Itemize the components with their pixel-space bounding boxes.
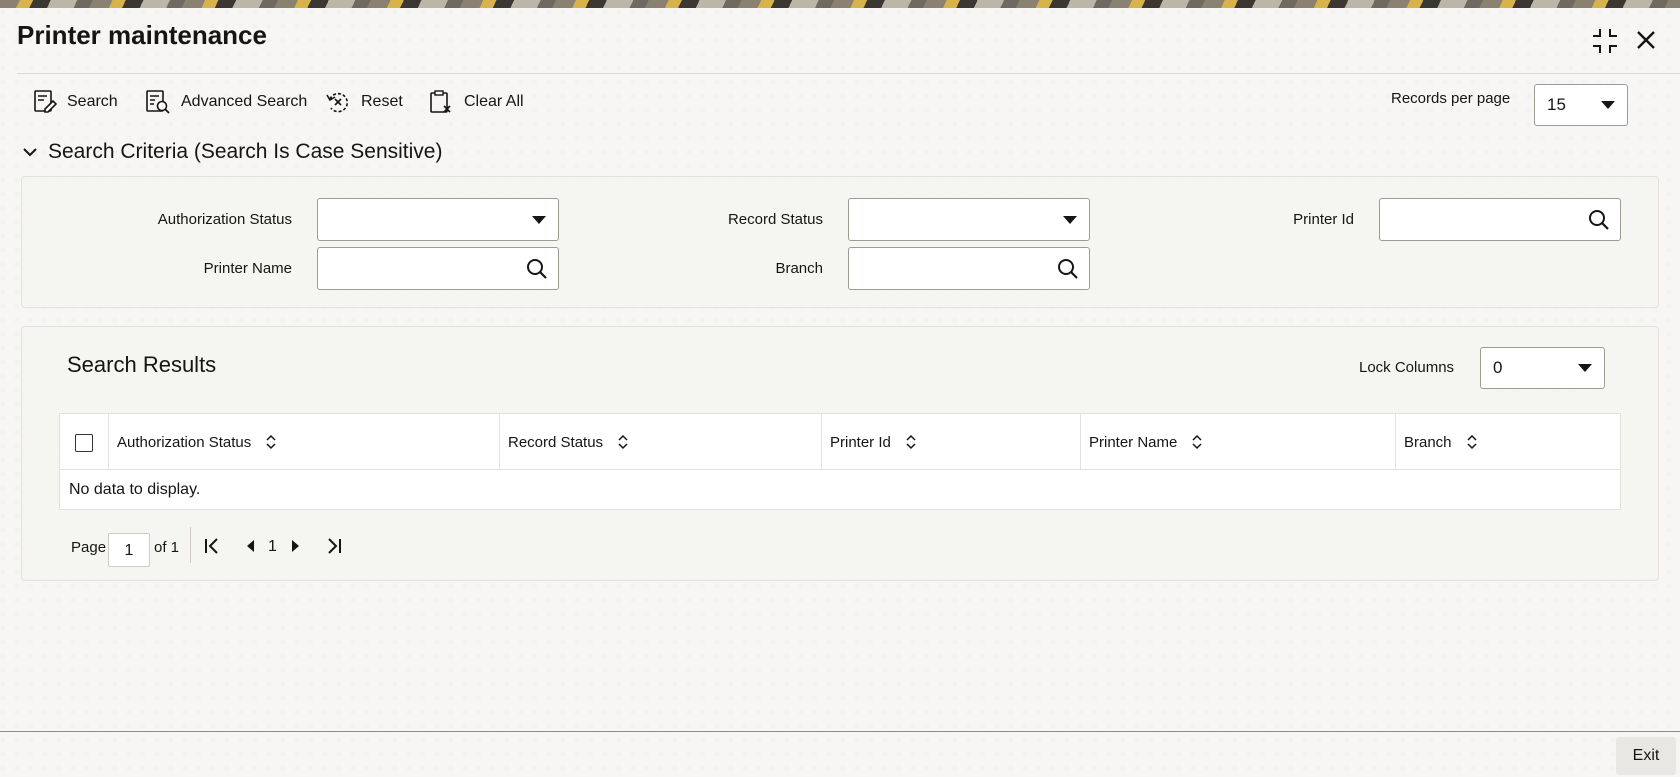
authorization-status-label: Authorization Status: [157, 211, 292, 228]
search-button[interactable]: Search: [33, 87, 118, 117]
sort-icon: [1192, 434, 1202, 450]
chevron-down-icon: [23, 148, 37, 157]
search-icon[interactable]: [1057, 258, 1079, 280]
printer-id-input[interactable]: [1379, 198, 1621, 241]
advanced-search-label: Advanced Search: [181, 93, 308, 110]
dropdown-caret-icon: [532, 215, 546, 224]
sort-icon: [1467, 434, 1477, 450]
branch-label: Branch: [775, 260, 823, 277]
column-header-label: Authorization Status: [117, 433, 252, 451]
collapse-icon[interactable]: [1591, 27, 1619, 55]
column-header-label: Printer Id: [830, 433, 891, 451]
record-status-select[interactable]: [848, 198, 1090, 241]
search-criteria-panel: [21, 176, 1659, 308]
empty-table-message: No data to display.: [69, 481, 201, 498]
select-all-checkbox[interactable]: [75, 434, 93, 452]
branch-input[interactable]: [848, 247, 1090, 290]
lock-columns-value: 0: [1493, 358, 1503, 377]
column-header-record-status[interactable]: Record Status: [499, 414, 821, 470]
dropdown-caret-icon: [1063, 215, 1077, 224]
search-button-label: Search: [67, 93, 118, 110]
clear-all-icon: [430, 90, 451, 113]
record-status-label: Record Status: [727, 211, 823, 228]
page-title: Printer maintenance: [17, 20, 267, 50]
authorization-status-select[interactable]: [317, 198, 559, 241]
advanced-search-icon: [146, 90, 170, 114]
search-criteria-title: Search Criteria (Search Is Case Sensitiv…: [48, 140, 443, 163]
lock-columns-select[interactable]: 0: [1480, 347, 1605, 389]
header-banner: [0, 0, 1680, 8]
dropdown-caret-icon: [1601, 101, 1615, 109]
sort-icon: [266, 434, 276, 450]
close-icon[interactable]: [1634, 28, 1658, 52]
records-per-page-value: 15: [1547, 95, 1566, 114]
sort-icon: [618, 434, 628, 450]
search-criteria-toggle[interactable]: Search Criteria (Search Is Case Sensitiv…: [22, 140, 442, 164]
reset-button[interactable]: Reset: [325, 87, 403, 117]
last-page-icon[interactable]: [325, 537, 343, 555]
column-header-printer-name[interactable]: Printer Name: [1080, 414, 1395, 470]
records-per-page-label: Records per page: [1391, 90, 1511, 107]
column-header-branch[interactable]: Branch: [1395, 414, 1620, 470]
exit-button[interactable]: Exit: [1616, 737, 1676, 775]
column-header-authorization-status[interactable]: Authorization Status: [108, 414, 499, 470]
next-page-icon[interactable]: [290, 537, 302, 555]
first-page-icon[interactable]: [203, 537, 221, 555]
dropdown-caret-icon: [1578, 364, 1592, 372]
search-results-title: Search Results: [67, 352, 217, 377]
page-label: Page: [71, 539, 107, 556]
column-header-label: Printer Name: [1089, 433, 1178, 451]
title-divider: [17, 73, 1680, 74]
records-per-page-select[interactable]: 15: [1534, 84, 1628, 126]
sort-icon: [906, 434, 916, 450]
pager-divider: [190, 527, 191, 563]
printer-name-label: Printer Name: [203, 260, 292, 277]
previous-page-icon[interactable]: [244, 537, 256, 555]
search-icon[interactable]: [526, 258, 548, 280]
clear-all-button[interactable]: Clear All: [428, 87, 524, 117]
column-header-label: Record Status: [508, 433, 604, 451]
lock-columns-label: Lock Columns: [1359, 359, 1455, 376]
clear-all-label: Clear All: [464, 93, 524, 110]
search-form-icon: [34, 90, 57, 113]
table-header: Authorization Status Record Status Print…: [60, 414, 1620, 470]
page-count-label: of 1: [154, 539, 180, 556]
column-header-printer-id[interactable]: Printer Id: [821, 414, 1080, 470]
column-header-label: Branch: [1404, 433, 1452, 451]
advanced-search-button[interactable]: Advanced Search: [145, 87, 307, 117]
reset-icon: [326, 92, 349, 113]
reset-label: Reset: [361, 93, 403, 110]
results-table: Authorization Status Record Status Print…: [59, 413, 1621, 510]
printer-id-label: Printer Id: [1293, 211, 1354, 228]
current-page-number[interactable]: 1: [268, 538, 277, 556]
search-icon[interactable]: [1588, 209, 1610, 231]
page-number-input[interactable]: 1: [108, 533, 150, 567]
printer-name-input[interactable]: [317, 247, 559, 290]
footer-divider: [0, 731, 1680, 732]
